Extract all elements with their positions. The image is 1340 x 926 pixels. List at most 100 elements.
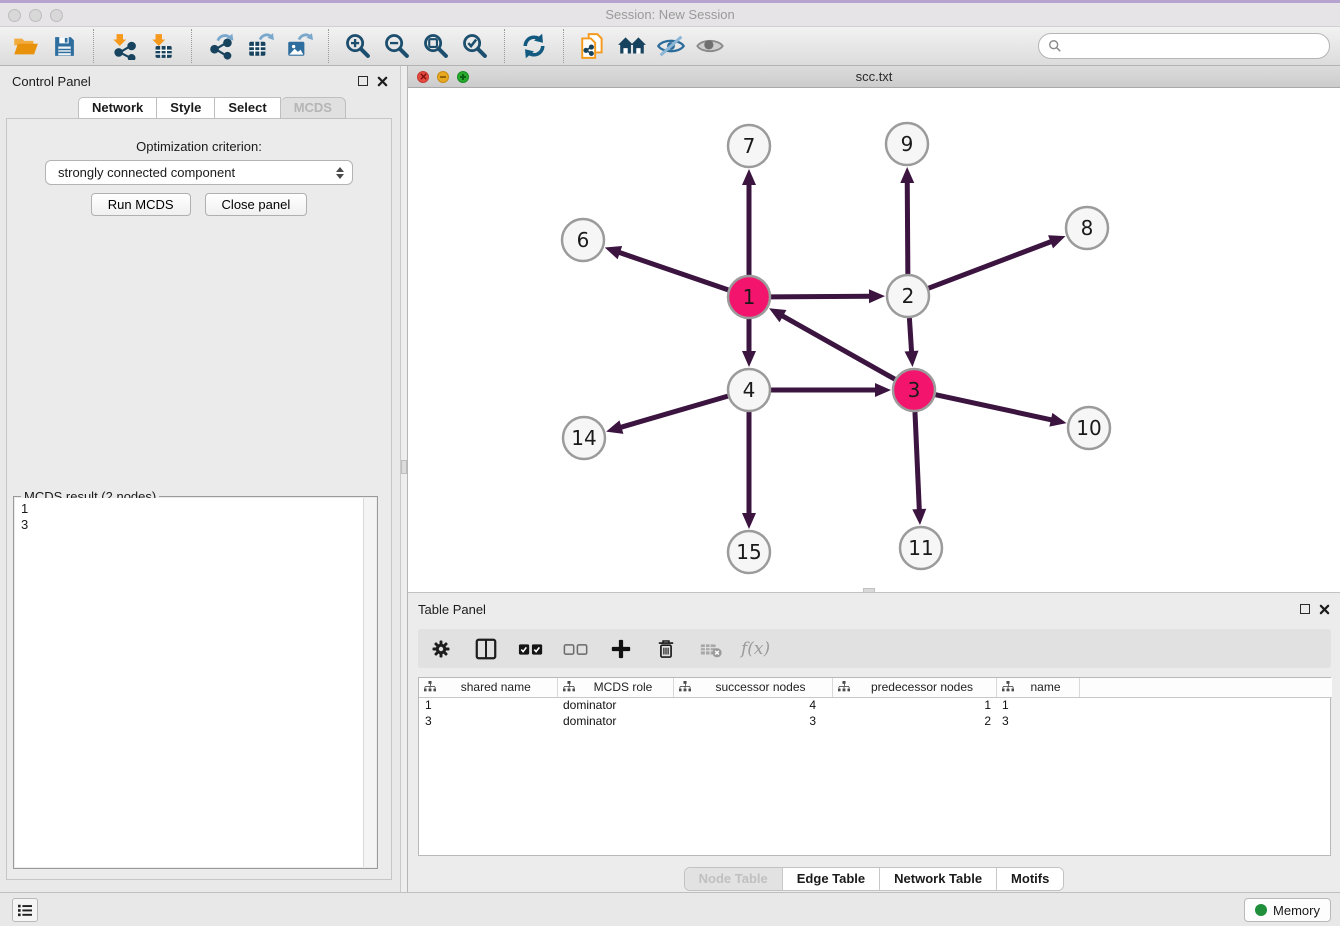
mcds-result-list[interactable]: 13 bbox=[15, 498, 376, 867]
column-header-predecessor-nodes[interactable]: predecessor nodes bbox=[832, 678, 996, 697]
network-from-file-icon[interactable] bbox=[578, 31, 608, 61]
edge-1-6[interactable] bbox=[605, 246, 728, 290]
edge-1-7[interactable] bbox=[742, 169, 756, 275]
column-header-shared-name[interactable]: shared name bbox=[419, 678, 557, 697]
zoom-fit-icon[interactable] bbox=[421, 31, 451, 61]
export-image-icon[interactable] bbox=[284, 31, 314, 61]
table-cell[interactable] bbox=[1079, 697, 1332, 713]
table-tab-motifs[interactable]: Motifs bbox=[996, 868, 1063, 890]
control-tab-style[interactable]: Style bbox=[157, 97, 215, 119]
show-columns-icon[interactable] bbox=[471, 634, 501, 664]
column-header-successor-nodes[interactable]: successor nodes bbox=[673, 678, 832, 697]
node-8[interactable]: 8 bbox=[1066, 207, 1108, 249]
control-tab-mcds[interactable]: MCDS bbox=[281, 97, 346, 119]
network-close-button[interactable] bbox=[417, 71, 429, 83]
export-table-icon[interactable] bbox=[245, 31, 275, 61]
clear-all-checks-icon[interactable] bbox=[561, 634, 591, 664]
import-table-icon[interactable] bbox=[147, 31, 177, 61]
table-cell[interactable]: 3 bbox=[996, 713, 1079, 729]
table-cell[interactable]: 4 bbox=[673, 697, 832, 713]
table-cell[interactable] bbox=[1079, 713, 1332, 729]
node-15[interactable]: 15 bbox=[728, 531, 770, 573]
node-2[interactable]: 2 bbox=[887, 275, 929, 317]
zoom-out-icon[interactable] bbox=[382, 31, 412, 61]
control-tab-network[interactable]: Network bbox=[78, 97, 157, 119]
table-tab-node-table[interactable]: Node Table bbox=[685, 868, 782, 890]
table-cell[interactable]: 3 bbox=[673, 713, 832, 729]
close-table-panel-icon[interactable] bbox=[1319, 604, 1330, 615]
network-minimize-button[interactable] bbox=[437, 71, 449, 83]
node-14[interactable]: 14 bbox=[563, 417, 605, 459]
node-1[interactable]: 1 bbox=[728, 276, 770, 318]
edge-4-14[interactable] bbox=[606, 396, 728, 434]
search-input[interactable] bbox=[1067, 39, 1320, 54]
delete-table-icon[interactable] bbox=[696, 634, 726, 664]
vertical-splitter-handle[interactable] bbox=[401, 460, 407, 474]
zoom-in-icon[interactable] bbox=[343, 31, 373, 61]
vertical-splitter[interactable] bbox=[400, 66, 408, 892]
task-history-button[interactable] bbox=[12, 898, 38, 922]
column-header-blank[interactable] bbox=[1079, 678, 1332, 697]
window-maximize-button[interactable] bbox=[50, 9, 63, 22]
table-cell[interactable]: 3 bbox=[419, 713, 557, 729]
node-11[interactable]: 11 bbox=[900, 527, 942, 569]
mcds-result-item[interactable]: 3 bbox=[21, 517, 376, 533]
table-row[interactable]: 1dominator411 bbox=[419, 697, 1332, 713]
float-table-panel-icon[interactable] bbox=[1300, 604, 1310, 614]
table-tab-edge-table[interactable]: Edge Table bbox=[782, 868, 879, 890]
open-session-icon[interactable] bbox=[10, 31, 40, 61]
node-4[interactable]: 4 bbox=[728, 369, 770, 411]
node-9[interactable]: 9 bbox=[886, 123, 928, 165]
table-cell[interactable]: 2 bbox=[832, 713, 996, 729]
control-tab-select[interactable]: Select bbox=[215, 97, 280, 119]
edge-3-1[interactable] bbox=[769, 308, 895, 379]
edge-1-2[interactable] bbox=[771, 289, 885, 303]
memory-button[interactable]: Memory bbox=[1244, 898, 1331, 922]
edge-2-9[interactable] bbox=[900, 167, 914, 274]
edge-3-11[interactable] bbox=[912, 412, 926, 525]
table-cell[interactable]: 1 bbox=[996, 697, 1079, 713]
close-panel-button[interactable]: Close panel bbox=[205, 193, 308, 216]
edge-4-15[interactable] bbox=[742, 412, 756, 529]
table-row[interactable]: 3dominator323 bbox=[419, 713, 1332, 729]
show-all-eye-icon[interactable] bbox=[695, 31, 725, 61]
criterion-dropdown[interactable]: strongly connected component bbox=[45, 160, 353, 185]
select-all-checks-icon[interactable] bbox=[516, 634, 546, 664]
node-7[interactable]: 7 bbox=[728, 125, 770, 167]
edge-1-4[interactable] bbox=[742, 319, 756, 367]
column-header-mcds-role[interactable]: MCDS role bbox=[557, 678, 673, 697]
network-maximize-button[interactable] bbox=[457, 71, 469, 83]
node-table[interactable]: shared nameMCDS rolesuccessor nodesprede… bbox=[418, 677, 1331, 856]
result-list-scrollbar[interactable] bbox=[363, 498, 376, 867]
edge-4-3[interactable] bbox=[771, 383, 891, 397]
edge-2-3[interactable] bbox=[905, 318, 919, 367]
home-view-icon[interactable] bbox=[617, 31, 647, 61]
zoom-selected-icon[interactable] bbox=[460, 31, 490, 61]
table-cell[interactable]: dominator bbox=[557, 697, 673, 713]
edge-2-8[interactable] bbox=[929, 235, 1066, 288]
window-close-button[interactable] bbox=[8, 9, 21, 22]
settings-gear-icon[interactable] bbox=[426, 634, 456, 664]
column-header-name[interactable]: name bbox=[996, 678, 1079, 697]
table-cell[interactable]: 1 bbox=[832, 697, 996, 713]
float-panel-icon[interactable] bbox=[358, 76, 368, 86]
add-row-icon[interactable] bbox=[606, 634, 636, 664]
node-10[interactable]: 10 bbox=[1068, 407, 1110, 449]
run-mcds-button[interactable]: Run MCDS bbox=[91, 193, 191, 216]
refresh-view-icon[interactable] bbox=[519, 31, 549, 61]
import-network-icon[interactable] bbox=[108, 31, 138, 61]
close-panel-icon[interactable] bbox=[377, 76, 388, 87]
window-minimize-button[interactable] bbox=[29, 9, 42, 22]
hide-selected-eye-icon[interactable] bbox=[656, 31, 686, 61]
node-6[interactable]: 6 bbox=[562, 219, 604, 261]
export-network-icon[interactable] bbox=[206, 31, 236, 61]
network-canvas[interactable]: 7 9 6 8 1 2 4 3 14 10 15 11 bbox=[408, 88, 1340, 592]
search-field[interactable] bbox=[1038, 33, 1330, 59]
edge-3-10[interactable] bbox=[935, 395, 1066, 427]
table-cell[interactable]: dominator bbox=[557, 713, 673, 729]
table-cell[interactable]: 1 bbox=[419, 697, 557, 713]
mcds-result-item[interactable]: 1 bbox=[21, 501, 376, 517]
node-3[interactable]: 3 bbox=[893, 369, 935, 411]
save-session-icon[interactable] bbox=[49, 31, 79, 61]
function-builder-icon[interactable]: f(x) bbox=[741, 639, 770, 659]
